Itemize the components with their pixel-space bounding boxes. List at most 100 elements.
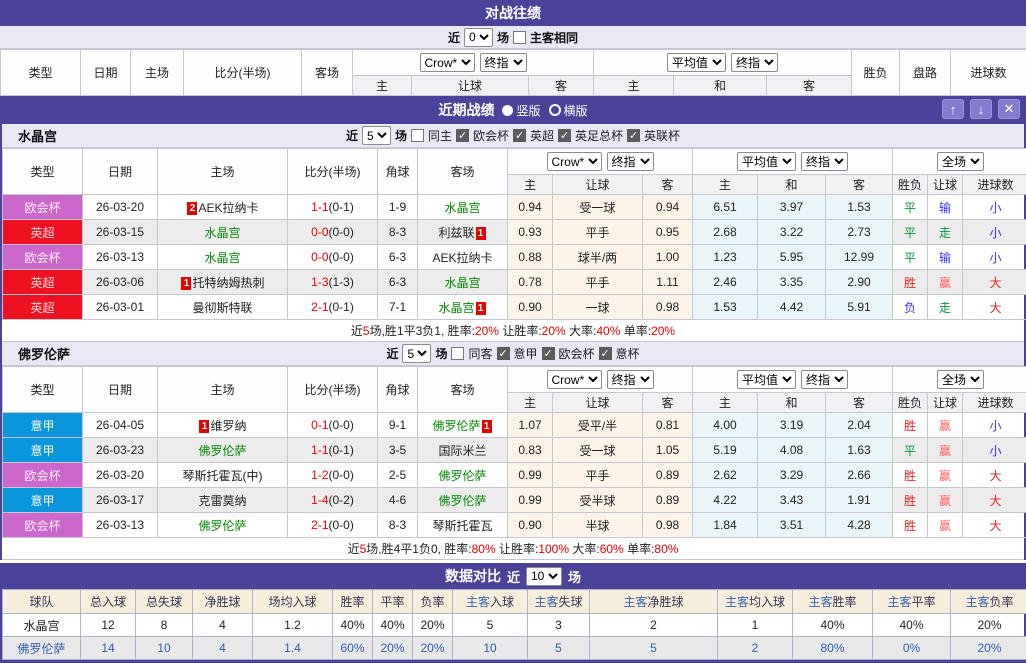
- home-team-cell[interactable]: 水晶宫: [158, 245, 288, 270]
- avg-home-cell: 1.84: [693, 513, 758, 538]
- odds-away-cell: 0.94: [643, 195, 693, 220]
- away-team-cell[interactable]: 水晶宫1: [418, 295, 508, 320]
- home-team-cell[interactable]: 克雷莫纳: [158, 488, 288, 513]
- score-cell: 1-2(0-0): [288, 463, 378, 488]
- recent-results-bar: 近期战绩 竖版 横版 ↑ ↓ ✕: [0, 96, 1026, 124]
- comp-value: 14: [81, 637, 136, 660]
- home-team-cell[interactable]: 1维罗纳: [158, 413, 288, 438]
- result-cell: 平: [893, 245, 928, 270]
- comp-value: 5: [590, 637, 718, 660]
- team1-final-odds-select[interactable]: 终指: [607, 152, 654, 171]
- away-team-cell[interactable]: 佛罗伦萨1: [418, 413, 508, 438]
- col-score: 比分(半场): [288, 149, 378, 195]
- team2-fullmatch-select[interactable]: 全场: [937, 370, 984, 389]
- horizontal-radio[interactable]: [549, 104, 561, 116]
- team2-same-venue-checkbox[interactable]: [451, 347, 464, 360]
- avg-draw-cell: 3.22: [758, 220, 826, 245]
- h2h-near-select[interactable]: 0: [464, 28, 493, 47]
- comp-team-name: 水晶宫: [3, 614, 81, 637]
- team2-avg-final-select[interactable]: 终指: [801, 370, 848, 389]
- table-row: 佛罗伦萨 14 10 4 1.4 60% 20% 20% 10 5 5 2 80…: [3, 637, 1026, 660]
- h2h-avg-final-select[interactable]: 终指: [731, 53, 778, 72]
- team1-avg-final-select[interactable]: 终指: [801, 152, 848, 171]
- team2-league-checkbox[interactable]: [497, 347, 510, 360]
- home-team-cell[interactable]: 琴斯托霍瓦(中): [158, 463, 288, 488]
- team2-league-checkbox[interactable]: [599, 347, 612, 360]
- comp-col-avg-goals: 场均入球: [253, 590, 333, 614]
- comp-value: 2: [590, 614, 718, 637]
- move-up-button[interactable]: ↑: [942, 99, 964, 119]
- home-team-cell[interactable]: 2AEK拉纳卡: [158, 195, 288, 220]
- same-home-away-checkbox[interactable]: [513, 31, 526, 44]
- away-team-cell[interactable]: 琴斯托霍瓦: [418, 513, 508, 538]
- table-row: 意甲 26-03-23 佛罗伦萨 1-1(0-1) 3-5 国际米兰 0.83 …: [3, 438, 1026, 463]
- comp-team-name: 佛罗伦萨: [3, 637, 81, 660]
- comp-value: 1: [718, 614, 793, 637]
- avg-away-cell: 2.73: [826, 220, 893, 245]
- team1-bookmaker-select[interactable]: Crow*: [547, 152, 602, 171]
- result-cell: 胜: [893, 270, 928, 295]
- team1-same-venue-checkbox[interactable]: [411, 129, 424, 142]
- home-team-cell[interactable]: 佛罗伦萨: [158, 438, 288, 463]
- col-home: 主场: [131, 50, 184, 96]
- team1-league-checkbox[interactable]: [456, 129, 469, 142]
- team1-fullmatch-select[interactable]: 全场: [937, 152, 984, 171]
- odds-away-cell: 1.05: [643, 438, 693, 463]
- h2h-avg-select[interactable]: 平均值: [667, 53, 726, 72]
- team1-league-checkbox[interactable]: [513, 129, 526, 142]
- table-row: 水晶宫 12 8 4 1.2 40% 40% 20% 5 3 2 1 40% 4…: [3, 614, 1026, 637]
- team2-bookmaker-select[interactable]: Crow*: [547, 370, 602, 389]
- league-type-cell[interactable]: 欧会杯: [3, 245, 83, 270]
- team2-league-checkbox[interactable]: [542, 347, 555, 360]
- league-type-cell[interactable]: 英超: [3, 270, 83, 295]
- league-type-cell[interactable]: 意甲: [3, 413, 83, 438]
- team1-league-checkbox[interactable]: [558, 129, 571, 142]
- league-type-cell[interactable]: 欧会杯: [3, 195, 83, 220]
- move-down-button[interactable]: ↓: [970, 99, 992, 119]
- h2h-bookmaker-select[interactable]: Crow*: [420, 53, 475, 72]
- team2-avg-select[interactable]: 平均值: [737, 370, 796, 389]
- away-team-cell[interactable]: 水晶宫: [418, 270, 508, 295]
- home-team-cell[interactable]: 水晶宫: [158, 220, 288, 245]
- home-team-cell[interactable]: 1托特纳姆热刺: [158, 270, 288, 295]
- team1-avg-select[interactable]: 平均值: [737, 152, 796, 171]
- col-handicap: 让球: [412, 76, 529, 96]
- avg-draw-cell: 3.97: [758, 195, 826, 220]
- away-team-cell[interactable]: 佛罗伦萨: [418, 463, 508, 488]
- comp-value: 10: [136, 637, 193, 660]
- team1-league-checkbox[interactable]: [627, 129, 640, 142]
- home-team-cell[interactable]: 佛罗伦萨: [158, 513, 288, 538]
- away-team-cell[interactable]: 利兹联1: [418, 220, 508, 245]
- comp-value: 40%: [373, 614, 413, 637]
- col-handicap: 让球: [553, 393, 643, 413]
- away-team-cell[interactable]: 国际米兰: [418, 438, 508, 463]
- away-team-cell[interactable]: 水晶宫: [418, 195, 508, 220]
- team2-league-label: 意杯: [616, 345, 640, 362]
- avg-away-cell: 12.99: [826, 245, 893, 270]
- home-team-cell[interactable]: 曼彻斯特联: [158, 295, 288, 320]
- team2-near-select[interactable]: 5: [402, 344, 431, 363]
- away-team-cell[interactable]: AEK拉纳卡: [418, 245, 508, 270]
- vertical-radio[interactable]: [502, 105, 513, 116]
- team2-final-odds-select[interactable]: 终指: [607, 370, 654, 389]
- league-type-cell[interactable]: 意甲: [3, 438, 83, 463]
- team2-name: 佛罗伦萨: [18, 344, 70, 363]
- goals-result-cell: 大: [963, 513, 1026, 538]
- team1-near-select[interactable]: 5: [362, 126, 391, 145]
- league-type-cell[interactable]: 意甲: [3, 488, 83, 513]
- col-odds-away: 客: [643, 175, 693, 195]
- odds-home-cell: 0.94: [508, 195, 553, 220]
- league-type-cell[interactable]: 欧会杯: [3, 513, 83, 538]
- comp-value: 40%: [873, 614, 951, 637]
- league-type-cell[interactable]: 欧会杯: [3, 463, 83, 488]
- league-type-cell[interactable]: 英超: [3, 295, 83, 320]
- close-button[interactable]: ✕: [998, 99, 1020, 119]
- goals-result-cell: 小: [963, 413, 1026, 438]
- comp-col-team: 球队: [3, 590, 81, 614]
- league-type-cell[interactable]: 英超: [3, 220, 83, 245]
- avg-home-cell: 1.23: [693, 245, 758, 270]
- h2h-final-odds-select[interactable]: 终指: [480, 53, 527, 72]
- handicap-result-cell: 赢: [928, 463, 963, 488]
- away-team-cell[interactable]: 佛罗伦萨: [418, 488, 508, 513]
- comparison-near-select[interactable]: 10: [526, 567, 562, 586]
